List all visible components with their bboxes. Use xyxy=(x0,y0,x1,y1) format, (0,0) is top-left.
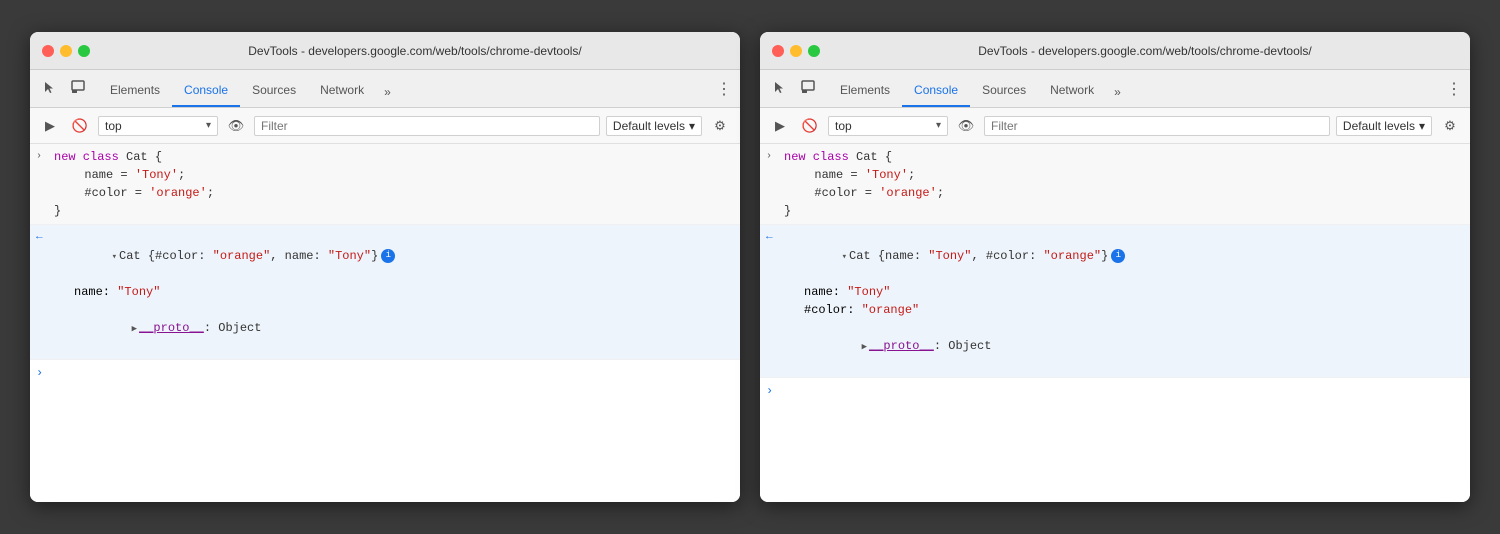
cursor-icon-right[interactable] xyxy=(768,75,792,99)
title-bar-left: DevTools - developers.google.com/web/too… xyxy=(30,32,740,70)
settings-icon[interactable]: ⚙ xyxy=(708,114,732,138)
output-marker-left: ← xyxy=(36,229,43,246)
close-button-left[interactable] xyxy=(42,45,54,57)
tab-elements-right[interactable]: Elements xyxy=(828,75,902,107)
window-title-right: DevTools - developers.google.com/web/too… xyxy=(832,44,1458,58)
levels-arrow-icon-right: ▾ xyxy=(1419,119,1425,133)
close-button-right[interactable] xyxy=(772,45,784,57)
traffic-lights-left xyxy=(42,45,90,57)
levels-dropdown-left[interactable]: Default levels ▾ xyxy=(606,116,702,136)
tab-icons-left xyxy=(38,75,90,107)
input-arrow-icon-right: › xyxy=(766,149,772,164)
tab-network-right[interactable]: Network xyxy=(1038,75,1106,107)
minimize-button-left[interactable] xyxy=(60,45,72,57)
context-arrow-icon: ▾ xyxy=(206,120,211,131)
filter-input-left[interactable] xyxy=(261,119,593,133)
more-tabs-left[interactable]: » xyxy=(376,77,399,107)
tab-console-right[interactable]: Console xyxy=(902,75,970,107)
input-arrow-icon-left: › xyxy=(36,149,42,164)
console-prompt-left[interactable]: › xyxy=(30,360,740,372)
title-bar-right: DevTools - developers.google.com/web/too… xyxy=(760,32,1470,70)
devtools-window-right: DevTools - developers.google.com/web/too… xyxy=(760,32,1470,502)
more-tabs-right[interactable]: » xyxy=(1106,77,1129,107)
window-title-left: DevTools - developers.google.com/web/too… xyxy=(102,44,728,58)
run-script-icon-right[interactable]: ▶ xyxy=(768,114,792,138)
maximize-button-left[interactable] xyxy=(78,45,90,57)
cursor-icon[interactable] xyxy=(38,75,62,99)
tab-icons-right xyxy=(768,75,820,107)
tab-console-left[interactable]: Console xyxy=(172,75,240,107)
console-entry-input-left: › new class Cat { name = 'Tony'; #color … xyxy=(30,144,740,225)
collapse-arrow-left: ▾ xyxy=(112,252,117,262)
context-selector-right[interactable]: top ▾ xyxy=(828,116,948,136)
minimize-button-right[interactable] xyxy=(790,45,802,57)
inspect-icon-right[interactable] xyxy=(796,75,820,99)
filter-area-right xyxy=(984,116,1330,136)
proto-arrow-left: ▶ xyxy=(132,324,137,334)
levels-arrow-icon: ▾ xyxy=(689,119,695,133)
eye-icon-right[interactable]: 👁 xyxy=(954,114,978,138)
info-icon-left[interactable]: i xyxy=(381,249,395,263)
console-toolbar-left: ▶ 🚫 top ▾ 👁 Default levels ▾ ⚙ xyxy=(30,108,740,144)
filter-input-right[interactable] xyxy=(991,119,1323,133)
tab-bar-left: Elements Console Sources Network » ⋮ xyxy=(30,70,740,108)
prompt-chevron-right: › xyxy=(766,384,773,398)
clear-console-icon[interactable]: 🚫 xyxy=(68,114,92,138)
tab-elements-left[interactable]: Elements xyxy=(98,75,172,107)
info-icon-right[interactable]: i xyxy=(1111,249,1125,263)
devtools-menu-left[interactable]: ⋮ xyxy=(716,79,732,107)
output-marker-right: ← xyxy=(766,229,773,246)
levels-dropdown-right[interactable]: Default levels ▾ xyxy=(1336,116,1432,136)
console-content-right[interactable]: › new class Cat { name = 'Tony'; #color … xyxy=(760,144,1470,502)
tab-sources-left[interactable]: Sources xyxy=(240,75,308,107)
console-toolbar-right: ▶ 🚫 top ▾ 👁 Default levels ▾ ⚙ xyxy=(760,108,1470,144)
filter-area-left xyxy=(254,116,600,136)
maximize-button-right[interactable] xyxy=(808,45,820,57)
console-entry-input-right: › new class Cat { name = 'Tony'; #color … xyxy=(760,144,1470,225)
proto-arrow-right: ▶ xyxy=(862,342,867,352)
clear-console-icon-right[interactable]: 🚫 xyxy=(798,114,822,138)
console-content-left[interactable]: › new class Cat { name = 'Tony'; #color … xyxy=(30,144,740,502)
inspect-icon[interactable] xyxy=(66,75,90,99)
run-script-icon[interactable]: ▶ xyxy=(38,114,62,138)
devtools-menu-right[interactable]: ⋮ xyxy=(1446,79,1462,107)
traffic-lights-right xyxy=(772,45,820,57)
settings-icon-right[interactable]: ⚙ xyxy=(1438,114,1462,138)
console-entry-output-right: ← ▾Cat {name: "Tony", #color: "orange"}i… xyxy=(760,225,1470,378)
collapse-arrow-right: ▾ xyxy=(842,252,847,262)
console-entry-output-left: ← ▾Cat {#color: "orange", name: "Tony"}i… xyxy=(30,225,740,360)
tab-sources-right[interactable]: Sources xyxy=(970,75,1038,107)
prompt-chevron-left: › xyxy=(36,366,43,380)
context-selector-left[interactable]: top ▾ xyxy=(98,116,218,136)
console-prompt-right[interactable]: › xyxy=(760,378,1470,390)
tab-bar-right: Elements Console Sources Network » ⋮ xyxy=(760,70,1470,108)
eye-icon[interactable]: 👁 xyxy=(224,114,248,138)
tab-network-left[interactable]: Network xyxy=(308,75,376,107)
devtools-window-left: DevTools - developers.google.com/web/too… xyxy=(30,32,740,502)
context-arrow-icon-right: ▾ xyxy=(936,120,941,131)
